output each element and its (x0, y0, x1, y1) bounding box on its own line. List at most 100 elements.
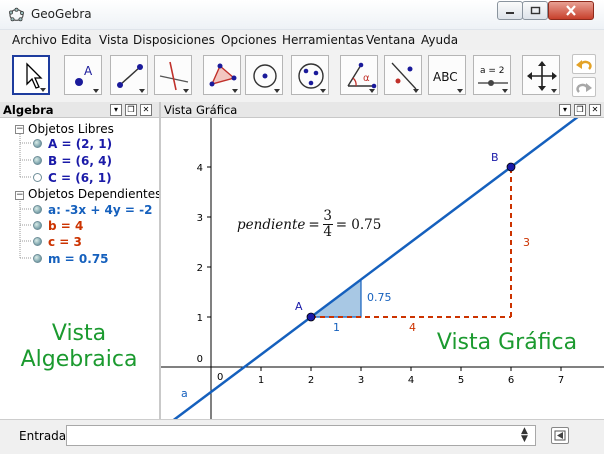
dependent-objects-heading: Objetos Dependientes (28, 187, 162, 201)
algebra-caption-line2: Algebraica (20, 347, 138, 372)
point-tool[interactable]: A (64, 55, 102, 95)
algebra-undock-button[interactable]: ❐ (125, 104, 137, 116)
window-title: GeoGebra (31, 7, 92, 21)
formula-rhs: = 0.75 (335, 216, 382, 233)
title-bar: GeoGebra (0, 0, 604, 30)
graphics-view[interactable]: 1 2 3 4 5 6 7 1 2 3 4 0 0 A Ba 3 4 0.75 1 pendiente = 3 4 … (161, 118, 604, 419)
algebra-item-m[interactable]: m = 0.75 (48, 252, 109, 266)
visibility-toggle-a[interactable] (33, 205, 42, 214)
visibility-toggle-C[interactable] (33, 173, 42, 182)
graphics-close-button[interactable]: ✕ (589, 104, 601, 116)
polygon-tool[interactable] (203, 55, 241, 95)
line-a (172, 118, 579, 419)
menu-vista[interactable]: Vista (99, 33, 129, 47)
reflect-tool[interactable] (384, 55, 422, 95)
line-tool[interactable] (110, 55, 148, 95)
visibility-toggle-c[interactable] (33, 237, 42, 246)
close-icon (566, 5, 576, 16)
formula-numerator: 3 (323, 208, 332, 224)
close-button[interactable] (548, 1, 594, 20)
triangle-left-icon (554, 430, 566, 441)
algebra-item-A[interactable]: A = (2, 1) (48, 137, 112, 151)
free-objects-heading: Objetos Libres (28, 122, 114, 136)
x-tick-label: 3 (358, 375, 364, 386)
x-tick-label: 6 (508, 375, 514, 386)
graphics-canvas[interactable]: 1 2 3 4 5 6 7123400ABa340.751 (161, 118, 604, 419)
label-triangle-run: 1 (333, 321, 340, 334)
algebra-item-C[interactable]: C = (6, 1) (48, 171, 112, 185)
algebra-menu-button[interactable]: ▾ (110, 104, 122, 116)
y-tick-label: 4 (197, 163, 203, 174)
y-tick-label: 1 (197, 313, 203, 324)
redo-button[interactable] (572, 77, 596, 97)
input-bar: Entrada: ▲ ▼ (0, 419, 604, 454)
visibility-toggle-B[interactable] (33, 156, 42, 165)
menu-ventana[interactable]: Ventana (366, 33, 415, 47)
collapse-free-objects[interactable]: − (15, 125, 24, 134)
move-tool[interactable] (12, 55, 50, 95)
slider-tool[interactable]: a = 2 (473, 55, 511, 95)
collapse-dependent-objects[interactable]: − (15, 191, 24, 200)
text-tool[interactable]: ABC (428, 55, 466, 95)
visibility-toggle-b[interactable] (33, 221, 42, 230)
algebra-item-b[interactable]: b = 4 (48, 219, 83, 233)
geogebra-logo-icon (9, 7, 24, 22)
label-point-A: A (295, 300, 303, 313)
algebra-view-title: Algebra (3, 103, 54, 117)
redo-icon (576, 83, 592, 93)
graphics-undock-button[interactable]: ❐ (574, 104, 586, 116)
perpendicular-tool[interactable] (154, 55, 192, 95)
menu-archivo[interactable]: Archivo (12, 33, 57, 47)
maximize-icon (530, 6, 540, 15)
move-graphics-tool[interactable] (522, 55, 560, 95)
graphics-view-caption: Vista Gráfica (436, 330, 578, 355)
algebra-close-button[interactable]: ✕ (140, 104, 152, 116)
graphics-view-header: Vista Gráfica ▾ ❐ ✕ (161, 102, 604, 118)
point-tool-label: A (84, 64, 93, 78)
command-input[interactable] (66, 425, 536, 446)
input-history-arrows[interactable]: ▲ ▼ (521, 427, 528, 444)
point-B (506, 162, 516, 172)
menu-edita[interactable]: Edita (61, 33, 92, 47)
minimize-icon (506, 11, 514, 14)
x-tick-label: 4 (408, 375, 414, 386)
label-segment-b: 4 (409, 321, 416, 334)
menu-herramientas[interactable]: Herramientas (282, 33, 364, 47)
y-tick-label: 2 (197, 263, 203, 274)
x-tick-label: 2 (308, 375, 314, 386)
y-tick-label: 3 (197, 213, 203, 224)
algebra-caption-line1: Vista (51, 321, 107, 346)
menu-opciones[interactable]: Opciones (221, 33, 277, 47)
algebra-item-B[interactable]: B = (6, 4) (48, 154, 112, 168)
toolbar: A α ABC a = 2 (0, 50, 604, 102)
undo-icon (576, 60, 592, 70)
circle-tool[interactable] (245, 55, 283, 95)
label-point-B: B (491, 151, 499, 164)
minimize-button[interactable] (497, 1, 523, 20)
menu-bar: Archivo Edita Vista Disposiciones Opcion… (0, 30, 604, 50)
algebra-view-header: Algebra ▾ ❐ ✕ (0, 102, 159, 118)
menu-ayuda[interactable]: Ayuda (421, 33, 458, 47)
maximize-button[interactable] (522, 1, 548, 20)
visibility-toggle-m[interactable] (33, 254, 42, 263)
slope-formula[interactable]: pendiente = 3 4 = 0.75 (237, 209, 381, 240)
algebra-item-line-a[interactable]: a: -3x + 4y = -2 (48, 203, 152, 217)
conic-tool[interactable] (291, 55, 329, 95)
formula-denominator: 4 (323, 224, 332, 240)
algebra-item-c[interactable]: c = 3 (48, 235, 82, 249)
algebra-view-caption: Vista Algebraica (14, 321, 144, 373)
angle-tool[interactable]: α (340, 55, 378, 95)
visibility-toggle-A[interactable] (33, 139, 42, 148)
input-help-button[interactable] (551, 427, 569, 444)
graphics-menu-button[interactable]: ▾ (559, 104, 571, 116)
undo-button[interactable] (572, 54, 596, 74)
input-label: Entrada: (19, 429, 71, 443)
point-A (306, 312, 316, 322)
x-tick-label: 5 (458, 375, 464, 386)
origin-label-x: 0 (217, 372, 223, 383)
x-tick-label: 1 (258, 375, 264, 386)
slider-tool-label: a = 2 (480, 66, 505, 76)
origin-label: 0 (197, 354, 203, 365)
menu-disposiciones[interactable]: Disposiciones (133, 33, 215, 47)
label-triangle-rise: 0.75 (367, 291, 392, 304)
